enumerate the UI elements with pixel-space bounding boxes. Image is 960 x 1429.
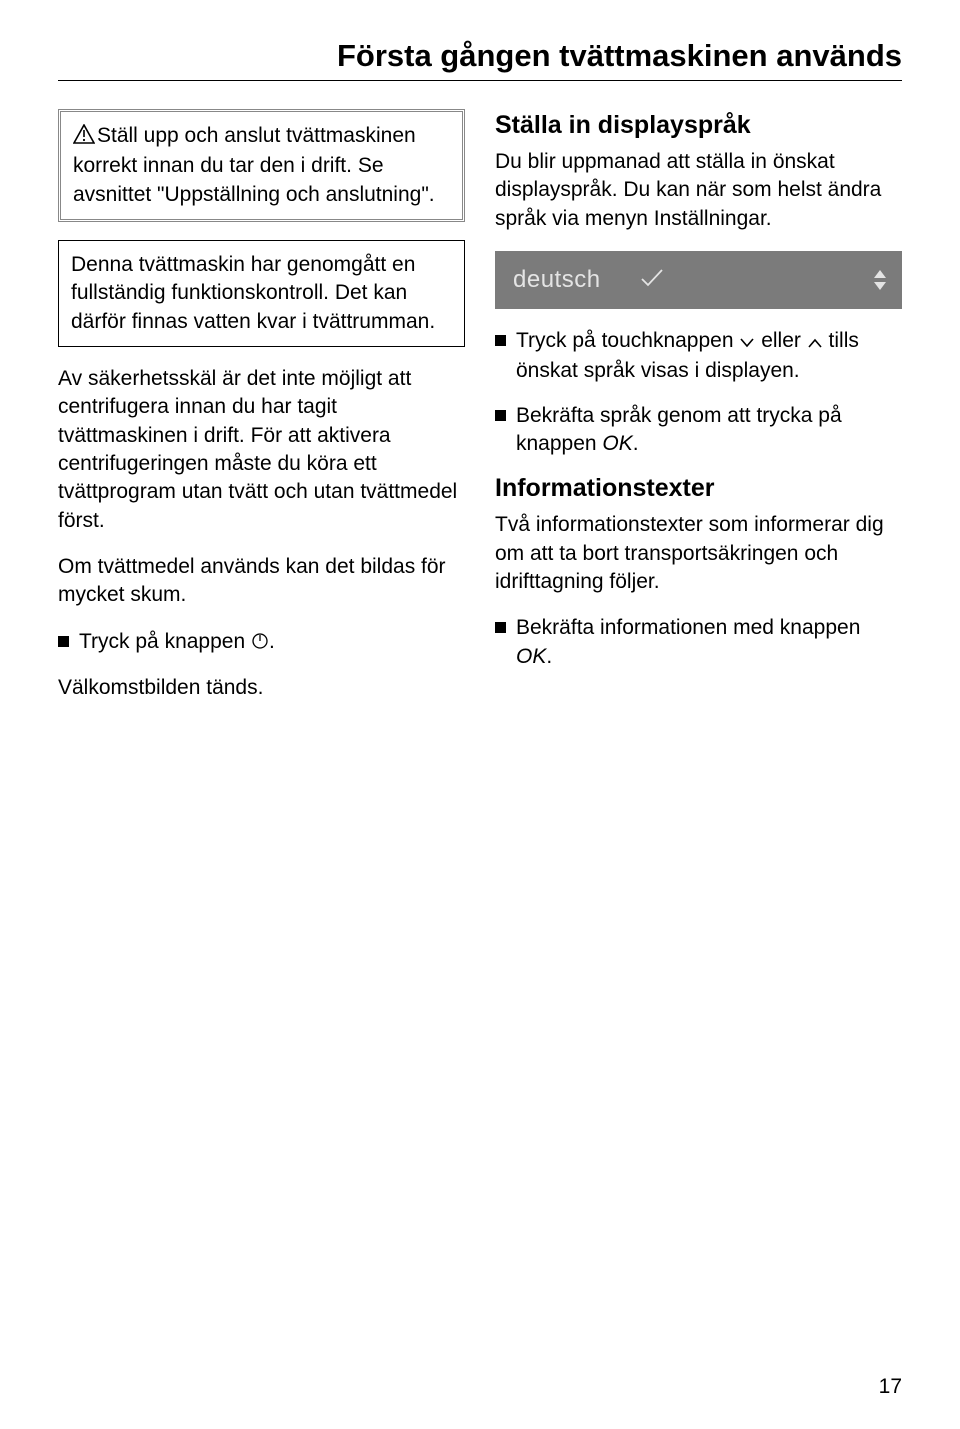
bullet-confirm-language: Bekräfta språk genom att trycka på knapp… bbox=[495, 402, 902, 459]
ok-label: OK bbox=[602, 432, 632, 455]
right-column: Ställa in displayspråk Du blir uppmanad … bbox=[495, 109, 902, 721]
bullet-text: Bekräfta språk genom att trycka på knapp… bbox=[516, 402, 902, 459]
bullet-press-touch: Tryck på touchknappen eller tills önskat… bbox=[495, 327, 902, 386]
up-down-arrows-icon bbox=[872, 268, 888, 292]
warning-icon bbox=[73, 124, 95, 152]
safety-paragraph: Av säkerhetsskäl är det inte möjligt att… bbox=[58, 365, 465, 535]
content-columns: Ställ upp och anslut tvättmaskinen korre… bbox=[58, 109, 902, 721]
bullet-text: Tryck på touchknappen eller tills önskat… bbox=[516, 327, 902, 386]
bullet-icon bbox=[495, 622, 506, 633]
info-box: Denna tvättmaskin har genomgått en fulls… bbox=[58, 240, 465, 347]
page-number: 17 bbox=[879, 1375, 902, 1399]
bullet-text: Tryck på knappen . bbox=[79, 628, 275, 658]
chevron-down-icon bbox=[739, 329, 755, 357]
power-icon bbox=[251, 630, 269, 658]
check-icon bbox=[639, 264, 665, 296]
bullet-icon bbox=[495, 335, 506, 346]
bullet-press-power: Tryck på knappen . bbox=[58, 628, 465, 658]
heading-info-texts: Informationstexter bbox=[495, 474, 902, 503]
bullet-icon bbox=[58, 636, 69, 647]
display-language-label: deutsch bbox=[513, 266, 601, 294]
warning-box: Ställ upp och anslut tvättmaskinen korre… bbox=[58, 109, 465, 222]
info-box-text: Denna tvättmaskin har genomgått en fulls… bbox=[71, 253, 435, 333]
heading-display-language: Ställa in displayspråk bbox=[495, 111, 902, 140]
display-panel: deutsch bbox=[495, 251, 902, 309]
ok-label: OK bbox=[516, 645, 546, 668]
bullet-text: Bekräfta informationen med knappen OK. bbox=[516, 614, 902, 671]
chevron-up-icon bbox=[807, 329, 823, 357]
page-title: Första gången tvättmaskinen används bbox=[58, 38, 902, 81]
foam-paragraph: Om tvättmedel används kan det bildas för… bbox=[58, 553, 465, 610]
left-column: Ställ upp och anslut tvättmaskinen korre… bbox=[58, 109, 465, 721]
info-texts-paragraph: Två informationstexter som informerar di… bbox=[495, 511, 902, 596]
warning-text: Ställ upp och anslut tvättmaskinen korre… bbox=[73, 124, 435, 206]
bullet-confirm-info: Bekräfta informationen med knappen OK. bbox=[495, 614, 902, 671]
language-intro: Du blir uppmanad att ställa in önskat di… bbox=[495, 148, 902, 233]
bullet-icon bbox=[495, 410, 506, 421]
welcome-paragraph: Välkomstbilden tänds. bbox=[58, 674, 465, 702]
